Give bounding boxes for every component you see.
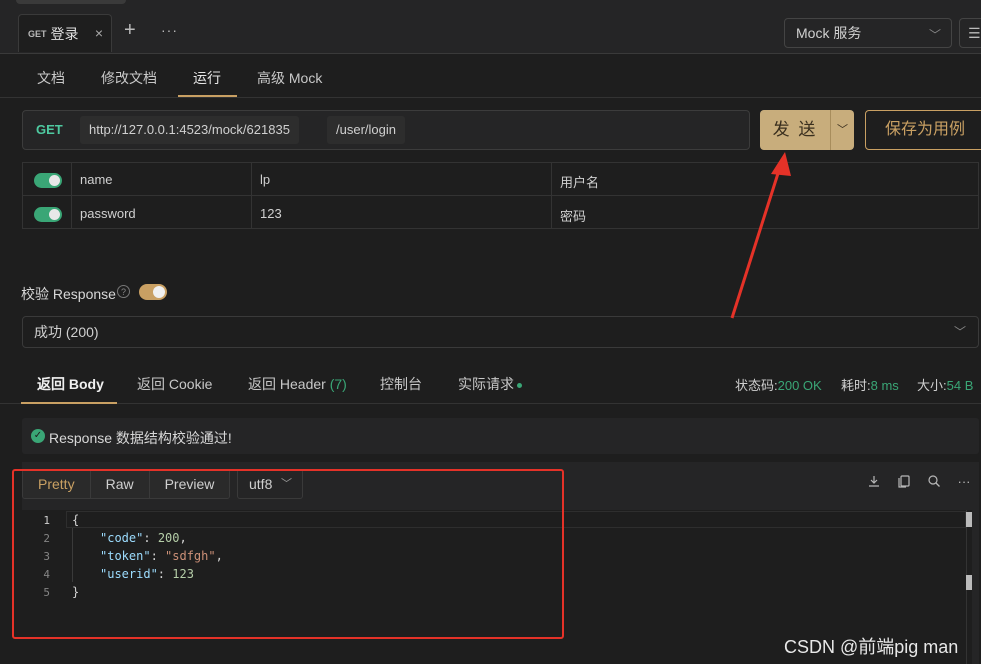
search-icon[interactable] xyxy=(926,474,942,492)
tab-edit-docs[interactable]: 修改文档 xyxy=(101,68,157,88)
validation-message: Response 数据结构校验通过! xyxy=(49,430,232,446)
add-tab-icon[interactable]: + xyxy=(124,20,136,40)
request-tab-login[interactable]: GET 登录 × xyxy=(18,14,112,52)
response-tabs: 返回 Body 返回 Cookie 返回 Header (7) 控制台 实际请求… xyxy=(0,366,981,404)
response-select-value: 成功 (200) xyxy=(34,324,99,340)
response-size-value: 54 B xyxy=(946,378,974,393)
elapsed-time-value: 8 ms xyxy=(870,378,899,393)
window-tab-stub xyxy=(16,0,126,4)
check-circle-icon: ✓ xyxy=(31,429,45,443)
base-url-field[interactable]: http://127.0.0.1:4523/mock/621835 xyxy=(80,116,299,144)
mock-service-select[interactable]: Mock 服务 ﹀ xyxy=(784,18,952,48)
list-icon[interactable]: ☰ xyxy=(959,18,981,48)
more-icon[interactable]: ··· xyxy=(956,474,972,492)
chevron-down-icon: ﹀ xyxy=(928,28,941,42)
status-code: 状态码:200 OK xyxy=(735,375,822,394)
param-name[interactable]: name xyxy=(80,172,113,187)
send-dropdown-icon[interactable]: ﹀ xyxy=(830,110,854,150)
watermark: CSDN @前端pig man xyxy=(784,637,959,657)
chevron-down-icon: ﹀ xyxy=(953,325,966,339)
tab-advanced-mock[interactable]: 高级 Mock xyxy=(257,68,322,88)
tab-docs[interactable]: 文档 xyxy=(37,68,65,88)
http-method-select[interactable]: GET xyxy=(36,122,63,137)
active-tab-indicator xyxy=(178,95,237,97)
response-size: 大小:54 B xyxy=(917,375,973,394)
table-row: password 123 密码 xyxy=(22,195,979,228)
param-name[interactable]: password xyxy=(80,206,136,221)
response-select[interactable]: 成功 (200) ﹀ xyxy=(22,316,979,348)
tab-run[interactable]: 运行 xyxy=(193,68,221,88)
status-code-label: 状态码: xyxy=(735,378,778,393)
header-count-badge: (7) xyxy=(329,376,347,392)
param-enable-toggle[interactable] xyxy=(34,173,62,188)
more-tabs-icon[interactable]: ··· xyxy=(161,22,178,38)
close-icon[interactable]: × xyxy=(95,25,103,41)
tab-console[interactable]: 控制台 xyxy=(380,374,422,394)
param-value[interactable]: 123 xyxy=(260,206,282,221)
path-field[interactable]: /user/login xyxy=(327,116,405,144)
sub-tabs: 文档 修改文档 运行 高级 Mock xyxy=(0,55,981,98)
param-enable-toggle[interactable] xyxy=(34,207,62,222)
send-button[interactable]: 发 送 xyxy=(760,110,830,150)
elapsed-time: 耗时:8 ms xyxy=(841,375,899,394)
request-tab-title: 登录 xyxy=(50,25,79,42)
scrollbar-thumb[interactable] xyxy=(966,512,972,527)
tab-response-body[interactable]: 返回 Body xyxy=(37,374,104,394)
validate-response-label: 校验 Response xyxy=(21,286,116,302)
param-description[interactable]: 用户名 xyxy=(560,172,599,191)
annotation-highlight-box xyxy=(12,469,564,639)
annotation-arrow-icon xyxy=(730,152,791,319)
elapsed-time-label: 耗时: xyxy=(841,378,871,393)
save-as-case-button[interactable]: 保存为用例 xyxy=(865,110,981,150)
mock-service-label: Mock 服务 xyxy=(796,25,862,41)
help-icon[interactable]: ? xyxy=(117,285,130,298)
scrollbar-thumb[interactable] xyxy=(966,575,972,590)
tab-response-cookie[interactable]: 返回 Cookie xyxy=(137,374,212,394)
param-description[interactable]: 密码 xyxy=(560,206,586,225)
validate-response-toggle[interactable] xyxy=(139,284,167,300)
response-size-label: 大小: xyxy=(917,378,947,393)
copy-icon[interactable] xyxy=(896,474,912,492)
tab-actual-request[interactable]: 实际请求 xyxy=(458,374,522,394)
request-tab-method: GET xyxy=(28,28,47,39)
download-icon[interactable] xyxy=(866,474,882,492)
param-value[interactable]: lp xyxy=(260,172,270,187)
tab-response-header[interactable]: 返回 Header (7) xyxy=(248,374,347,394)
actual-request-label: 实际请求 xyxy=(458,376,514,392)
active-tab-indicator xyxy=(21,402,117,404)
table-row: name lp 用户名 xyxy=(22,162,979,195)
status-dot-icon xyxy=(517,382,522,388)
status-code-value: 200 OK xyxy=(777,378,822,393)
header-tab-label: 返回 Header xyxy=(248,376,326,392)
